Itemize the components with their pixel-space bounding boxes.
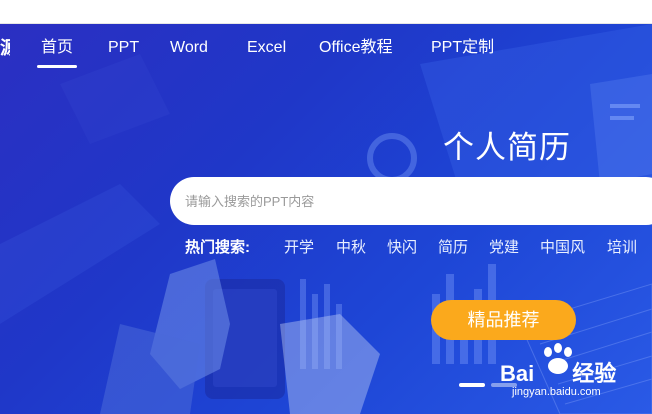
hot-tag[interactable]: 培训: [607, 237, 637, 259]
nav-item-ppt[interactable]: PPT: [108, 37, 139, 59]
watermark-brand-left: Bai: [500, 361, 535, 386]
site-logo-fragment[interactable]: 源: [0, 36, 10, 60]
nav-item-office-tutorial[interactable]: Office教程: [319, 37, 393, 59]
carousel-dot-active[interactable]: [459, 383, 485, 387]
search-input[interactable]: [185, 177, 645, 225]
hot-tag[interactable]: 中秋: [336, 237, 366, 259]
hot-tag[interactable]: 快闪: [387, 237, 417, 259]
top-nav: 源 首页 PPT Word Excel Office教程 PPT定制: [0, 24, 652, 72]
nav-item-excel[interactable]: Excel: [247, 37, 286, 59]
watermark-brand-right: 经验: [572, 361, 617, 386]
watermark-url: jingyan.baidu.com: [512, 386, 601, 398]
hot-tag[interactable]: 党建: [489, 237, 519, 259]
hot-tag[interactable]: 简历: [438, 237, 468, 259]
hot-tag[interactable]: 中国风: [540, 237, 585, 259]
search-box[interactable]: [170, 177, 652, 225]
watermark-brand: Bai 经验: [500, 356, 616, 388]
hero-title: 个人简历: [443, 130, 571, 165]
nav-item-ppt-custom[interactable]: PPT定制: [431, 37, 494, 59]
hero-banner: 源 首页 PPT Word Excel Office教程 PPT定制 个人简历 …: [0, 24, 652, 414]
top-white-strip: [0, 0, 652, 24]
nav-item-home[interactable]: 首页: [36, 37, 78, 68]
nav-item-word[interactable]: Word: [170, 37, 208, 59]
baidu-jingyan-watermark: Bai 经验 jingyan.baidu.com: [500, 342, 652, 412]
hot-search-label: 热门搜索:: [185, 239, 250, 256]
featured-button[interactable]: 精品推荐: [431, 300, 576, 340]
hot-tag[interactable]: 开学: [284, 237, 314, 259]
